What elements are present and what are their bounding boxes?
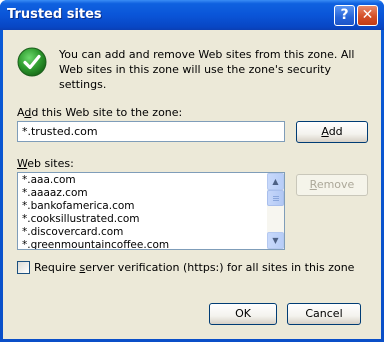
zone-description: You can add and remove Web sites from th…	[59, 48, 355, 91]
web-sites-items: *.aaa.com *.aaaaz.com *.bankofamerica.com *…	[22, 174, 262, 249]
list-item[interactable]: *.cooksillustrated.com	[22, 213, 262, 226]
add-site-label: Add this Web site to the zone:	[17, 106, 183, 119]
require-verification-checkbox[interactable]	[17, 261, 30, 274]
help-icon: ?	[340, 7, 349, 23]
list-item[interactable]: *.greenmountaincoffee.com	[22, 239, 262, 249]
window-title: Trusted sites	[7, 7, 102, 22]
require-verification-row[interactable]: Require server verification (https:) for…	[17, 261, 354, 274]
web-sites-list[interactable]: *.aaa.com *.aaaaz.com *.bankofamerica.com *…	[17, 172, 285, 250]
close-icon: ✕	[361, 7, 374, 23]
grip-line	[273, 198, 279, 199]
scroll-down-button[interactable]: ▼	[267, 232, 284, 249]
add-site-input[interactable]: *.trusted.com	[17, 121, 285, 142]
list-item[interactable]: *.discovercard.com	[22, 226, 262, 239]
arrow-up-icon: ▲	[272, 177, 279, 186]
require-verification-label: Require server verification (https:) for…	[34, 261, 355, 274]
close-button[interactable]: ✕	[357, 5, 378, 26]
cancel-button[interactable]: Cancel	[287, 303, 361, 325]
list-item[interactable]: *.aaa.com	[22, 174, 262, 187]
scroll-thumb[interactable]	[267, 190, 284, 206]
grip-line	[273, 196, 279, 197]
web-sites-label: Web sites:	[17, 157, 74, 170]
ok-button[interactable]: OK	[209, 303, 277, 325]
list-scrollbar[interactable]: ▲ ▼	[267, 173, 284, 249]
list-item[interactable]: *.aaaaz.com	[22, 187, 262, 200]
remove-button[interactable]: Remove	[296, 174, 368, 196]
scroll-up-button[interactable]: ▲	[267, 173, 284, 190]
green-check-icon	[17, 47, 47, 77]
title-bar[interactable]: Trusted sites ? ✕	[0, 0, 384, 30]
help-button[interactable]: ?	[334, 5, 355, 26]
arrow-down-icon: ▼	[272, 236, 279, 245]
add-button[interactable]: Add	[296, 121, 368, 143]
grip-line	[273, 200, 279, 201]
list-item[interactable]: *.bankofamerica.com	[22, 200, 262, 213]
